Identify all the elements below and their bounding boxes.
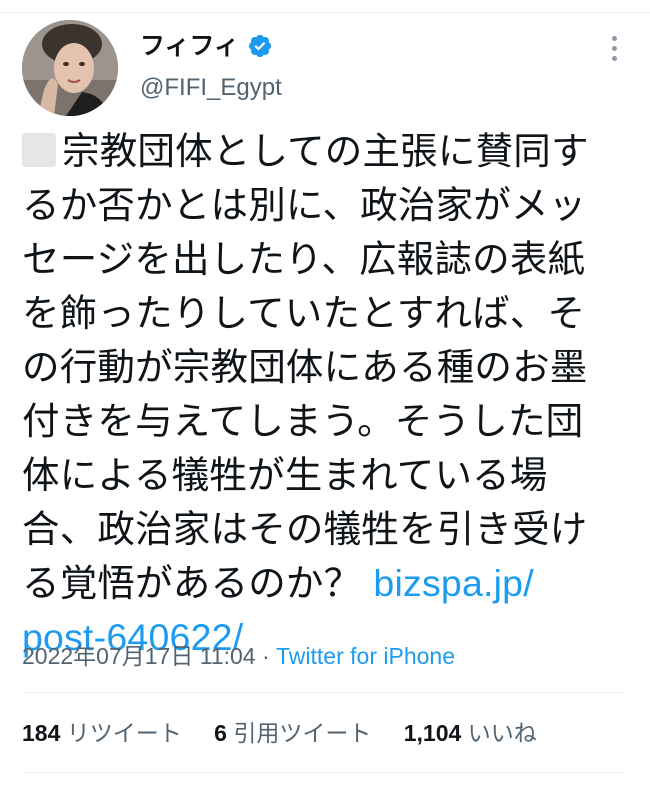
quotes-stat[interactable]: 6 引用ツイート — [214, 717, 371, 750]
tweet-line: 付きを与えてしまう。そうした団 — [22, 399, 584, 443]
more-dot — [611, 35, 617, 41]
tweet-meta: 2022年07月17日 11:04 · Twitter for iPhone — [22, 640, 455, 672]
quotes-count: 6 — [214, 720, 227, 746]
avatar[interactable] — [22, 20, 118, 116]
likes-stat[interactable]: 1,104 いいね — [404, 717, 537, 750]
tweet-stats: 184 リツイート 6 引用ツイート 1,104 いいね — [22, 717, 563, 750]
meta-separator: · — [255, 643, 277, 669]
tweet-line: るか否かとは別に、政治家がメッ — [22, 183, 587, 227]
author-name-row[interactable]: フィフィ — [140, 30, 273, 62]
tweet-text: 宗教団体としての主張に賛同す るか否かとは別に、政治家がメッ セージを出したり、… — [22, 124, 630, 664]
retweets-count: 184 — [22, 720, 61, 746]
tweet-line: 体による犠牲が生まれている場 — [22, 453, 548, 497]
likes-count: 1,104 — [403, 720, 462, 746]
verified-badge-icon — [248, 34, 272, 58]
unsupported-emoji-icon — [22, 133, 56, 167]
author-display-name[interactable]: フィフィ — [140, 30, 239, 62]
tweet-line: を飾ったりしていたとすれば、そ — [22, 291, 586, 335]
tweet-line: 合、政治家はその犠牲を引き受け — [22, 507, 588, 551]
retweets-stat[interactable]: 184 リツイート — [22, 717, 182, 750]
quotes-label: 引用ツイート — [233, 721, 372, 747]
divider — [22, 692, 628, 693]
profile-photo-icon — [22, 20, 118, 116]
more-dot — [611, 55, 617, 61]
tweet-line: る覚悟があるのか？ bizspa.jp/ — [22, 556, 630, 610]
more-dot — [611, 45, 617, 51]
tweet-line-text: る覚悟があるのか？ — [22, 561, 374, 605]
likes-label: いいね — [467, 721, 537, 747]
retweets-label: リツイート — [66, 721, 182, 747]
tweet-line-text: 宗教団体としての主張に賛同す — [62, 129, 589, 173]
tweet-line: セージを出したり、広報誌の表紙 — [22, 237, 586, 281]
top-divider — [0, 0, 650, 13]
tweet-line: 宗教団体としての主張に賛同す — [22, 124, 630, 178]
more-options-icon[interactable] — [603, 32, 625, 64]
tweet-link-part1[interactable]: bizspa.jp/ — [373, 562, 533, 604]
author-handle[interactable]: @FIFI_Egypt — [140, 72, 282, 104]
divider — [22, 772, 628, 773]
tweet-timestamp[interactable]: 2022年07月17日 11:04 — [22, 643, 256, 669]
tweet-source-link[interactable]: Twitter for iPhone — [276, 643, 455, 669]
tweet-line: の行動が宗教団体にある種のお墨 — [22, 345, 588, 389]
